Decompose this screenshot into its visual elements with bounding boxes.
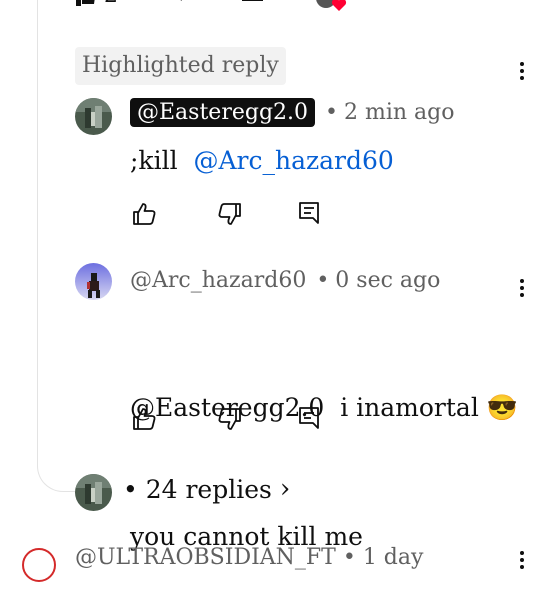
more-icon[interactable] — [512, 59, 532, 83]
timestamp[interactable]: 2 min ago — [344, 100, 455, 125]
top-action-row: 2 — [0, 0, 560, 12]
thread-connector-line — [37, 0, 77, 492]
mention-link[interactable]: @Arc_hazard60 — [193, 146, 393, 175]
view-replies-button[interactable]: • 24 replies › — [123, 474, 290, 504]
author-name[interactable]: @Arc_hazard60 — [130, 268, 306, 293]
highlighted-reply-chip: Highlighted reply — [75, 47, 286, 85]
reply-icon[interactable] — [240, 0, 264, 8]
more-icon[interactable] — [512, 548, 532, 572]
separator: • — [325, 100, 338, 125]
author-name[interactable]: @ULTRAOBSIDIAN_FT • 1 day — [75, 545, 423, 570]
avatar[interactable] — [75, 263, 112, 300]
author-chip[interactable]: @Easteregg2.0 — [130, 98, 316, 127]
timestamp[interactable]: 0 sec ago — [335, 268, 440, 293]
replies-label: • 24 replies — [123, 474, 272, 504]
reply-icon[interactable] — [296, 404, 324, 432]
like-icon[interactable] — [76, 0, 98, 10]
more-icon[interactable] — [512, 276, 532, 300]
avatar[interactable] — [75, 98, 112, 135]
command-text: ;kill — [130, 146, 178, 175]
like-icon[interactable] — [130, 405, 158, 433]
reply1-header: @Easteregg2.0 • 2 min ago — [130, 98, 455, 127]
like-icon[interactable] — [130, 200, 158, 228]
separator: • — [316, 268, 330, 293]
reply-icon[interactable] — [296, 199, 324, 227]
comment-text: ;kill @Arc_hazard60 — [130, 139, 394, 182]
dislike-icon[interactable] — [168, 0, 188, 6]
reply2-header: @Arc_hazard60 • 0 sec ago — [130, 268, 440, 293]
dislike-icon[interactable] — [216, 405, 244, 433]
avatar[interactable] — [22, 548, 56, 582]
avatar[interactable] — [75, 474, 112, 511]
dislike-icon[interactable] — [216, 200, 244, 228]
like-count: 2 — [104, 0, 118, 8]
chevron-right-icon: › — [279, 474, 291, 504]
heart-icon — [331, 0, 347, 11]
